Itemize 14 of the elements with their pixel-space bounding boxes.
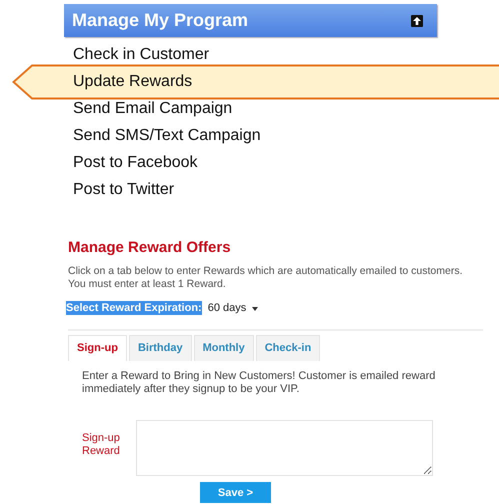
expiration-dropdown[interactable]: 60 days (204, 301, 262, 315)
menu-item[interactable]: Post to Facebook (64, 149, 499, 176)
field-label: Sign-up Reward (82, 432, 121, 459)
menu-item[interactable]: Send SMS/Text Campaign (64, 122, 499, 149)
description: Click on a tab below to enter Rewards which are automatically emailed to customers. You must enter at least 1 Reward. (68, 265, 464, 291)
menu-item[interactable]: Post to Twitter (64, 176, 499, 203)
section-heading: Manage Reward Offers (68, 239, 232, 256)
reward-field[interactable] (136, 420, 433, 476)
panel-title: Manage My Program (72, 10, 248, 31)
menu-item[interactable]: Update Rewards (12, 64, 499, 100)
expiration-label: Select Reward Expiration: (66, 301, 202, 315)
tab-description: Enter a Reward to Bring in New Customers! Customer is emailed reward immediately after they signup to be your VIP. (82, 370, 436, 396)
tab[interactable]: Sign-up (68, 335, 127, 361)
collapse-icon[interactable] (411, 14, 423, 26)
